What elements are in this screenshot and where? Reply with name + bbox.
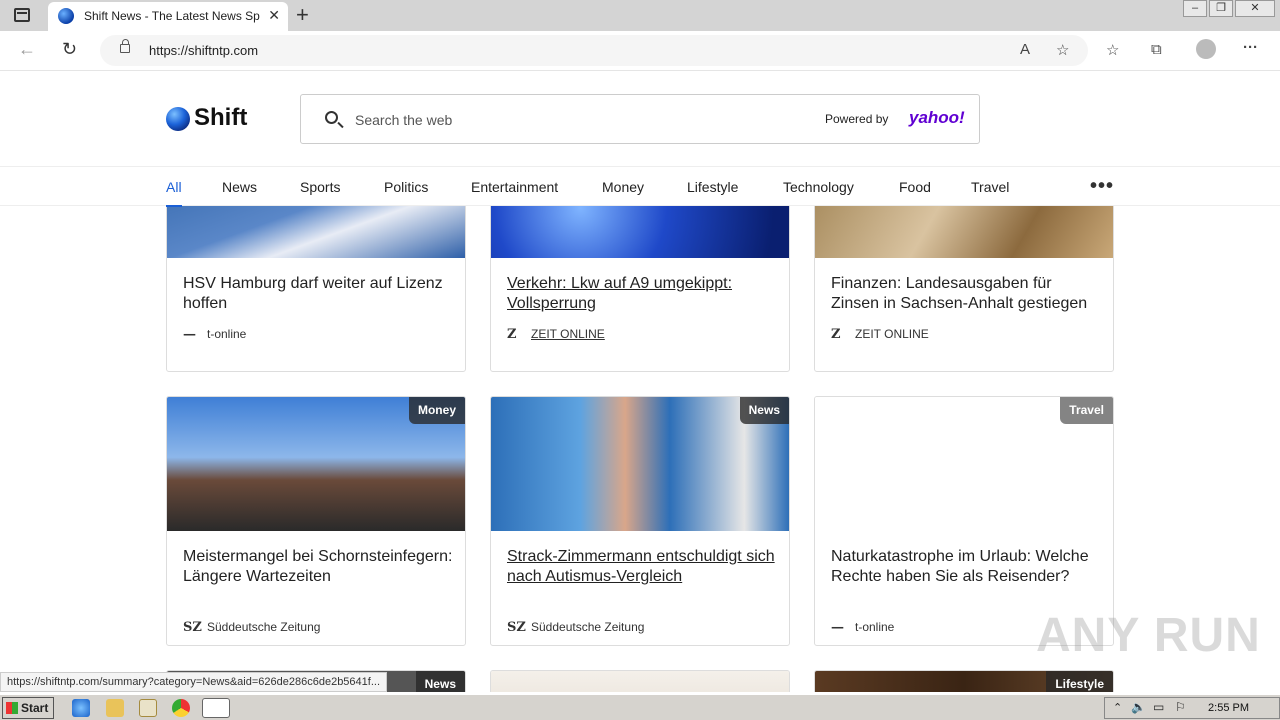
news-card[interactable]: HSV Hamburg darf weiter auf Lizenz hoffe…	[166, 206, 466, 372]
category-badge[interactable]: Travel	[1060, 397, 1113, 424]
source-logo: —	[183, 327, 196, 342]
system-tray: ⌃ 🔈 ▭ ⚐ 2:55 PM	[1104, 697, 1280, 719]
source-logo: SZ	[183, 620, 202, 635]
card-title[interactable]: Strack-Zimmermann entschuldigt sich nach…	[507, 547, 777, 587]
anyrun-watermark: ANY RUN	[1036, 609, 1261, 662]
status-url: https://shiftntp.com/summary?category=Ne…	[0, 672, 388, 692]
windows-flag-icon	[6, 702, 18, 714]
refresh-icon[interactable]: ↻	[62, 39, 77, 60]
card-title[interactable]: Naturkatastrophe im Urlaub: Welche Recht…	[831, 547, 1101, 587]
news-card[interactable]: Money Meistermangel bei Schornsteinfeger…	[166, 396, 466, 646]
minimize-button[interactable]: –	[1183, 0, 1207, 17]
card-title[interactable]: Finanzen: Landesausgaben für Zinsen in S…	[831, 274, 1101, 314]
network-icon[interactable]: ▭	[1153, 700, 1164, 714]
tab-all[interactable]: All	[166, 179, 182, 207]
clock[interactable]: 2:55 PM	[1208, 702, 1249, 714]
category-badge[interactable]: Money	[408, 397, 465, 424]
tab-travel[interactable]: Travel	[971, 179, 1009, 195]
search-input[interactable]	[355, 109, 755, 131]
news-card[interactable]: Verkehr: Lkw auf A9 umgekippt: Vollsperr…	[490, 206, 790, 372]
card-image[interactable]	[815, 206, 1113, 258]
flag-icon[interactable]: ⚐	[1175, 700, 1186, 714]
category-badge[interactable]: News	[415, 671, 465, 692]
category-nav: All News Sports Politics Entertainment M…	[0, 167, 1280, 207]
taskbar: Start ⌃ 🔈 ▭ ⚐ 2:55 PM	[0, 694, 1280, 720]
search-box[interactable]: Powered by yahoo!	[300, 94, 980, 144]
tab-lifestyle[interactable]: Lifestyle	[687, 179, 738, 195]
news-card[interactable]: Lifestyle	[814, 670, 1114, 692]
source-logo: Z	[831, 327, 841, 342]
card-source[interactable]: Z ZEIT ONLINE	[831, 327, 929, 342]
address-bar[interactable]: https://shiftntp.com A ☆	[100, 35, 1088, 66]
powered-by-label: Powered by	[825, 112, 889, 126]
media-player-icon[interactable]	[139, 699, 157, 717]
shift-favicon-icon	[58, 8, 74, 24]
browser-tab[interactable]: Shift News - The Latest News Sports ✕	[48, 2, 288, 31]
tab-technology[interactable]: Technology	[783, 179, 854, 195]
card-image[interactable]	[491, 671, 789, 692]
site-logo-text[interactable]: Shift	[194, 104, 247, 132]
source-logo: SZ	[507, 620, 526, 635]
tab-title: Shift News - The Latest News Sports	[84, 9, 260, 23]
tray-expand-icon[interactable]: ⌃	[1113, 701, 1122, 714]
read-aloud-icon[interactable]: A	[1020, 41, 1030, 58]
news-card[interactable]	[490, 670, 790, 692]
tab-entertainment[interactable]: Entertainment	[471, 179, 558, 195]
favorites-icon[interactable]: ☆	[1106, 41, 1119, 59]
source-logo: —	[831, 620, 844, 635]
card-source[interactable]: — t-online	[831, 620, 894, 635]
shift-logo-icon[interactable]	[166, 107, 190, 131]
ie-icon[interactable]	[72, 699, 90, 717]
news-card[interactable]: Finanzen: Landesausgaben für Zinsen in S…	[814, 206, 1114, 372]
url-text[interactable]: https://shiftntp.com	[149, 43, 258, 58]
new-tab-button[interactable]: +	[296, 2, 309, 28]
folder-icon[interactable]	[106, 699, 124, 717]
restore-button[interactable]: ❐	[1209, 0, 1233, 17]
more-categories-icon[interactable]: •••	[1090, 175, 1114, 198]
tab-news[interactable]: News	[222, 179, 257, 195]
tab-money[interactable]: Money	[602, 179, 644, 195]
volume-icon[interactable]: 🔈	[1131, 700, 1146, 714]
card-source[interactable]: SZ Süddeutsche Zeitung	[183, 620, 320, 635]
close-window-button[interactable]: ✕	[1235, 0, 1275, 17]
card-image[interactable]	[167, 206, 465, 258]
start-button[interactable]: Start	[2, 697, 54, 719]
tab-food[interactable]: Food	[899, 179, 931, 195]
card-title[interactable]: Meistermangel bei Schornsteinfegern: Län…	[183, 547, 453, 587]
tab-sports[interactable]: Sports	[300, 179, 340, 195]
close-tab-icon[interactable]: ✕	[268, 7, 280, 24]
card-source[interactable]: Z ZEIT ONLINE	[507, 327, 605, 342]
site-header: Shift Powered by yahoo!	[0, 71, 1280, 167]
card-source[interactable]: — t-online	[183, 327, 246, 342]
chrome-icon[interactable]	[172, 699, 190, 717]
browser-tab-bar: Shift News - The Latest News Sports ✕ + …	[0, 0, 1280, 31]
category-badge[interactable]: Lifestyle	[1046, 671, 1113, 692]
news-card[interactable]: News Strack-Zimmermann entschuldigt sich…	[490, 396, 790, 646]
tab-politics[interactable]: Politics	[384, 179, 428, 195]
address-bar-row: ← ↻ https://shiftntp.com A ☆ ☆ ⧉ ···	[0, 31, 1280, 71]
card-image[interactable]	[491, 206, 789, 258]
search-icon[interactable]	[325, 111, 338, 124]
collections-icon[interactable]: ⧉	[1151, 41, 1162, 58]
yahoo-logo[interactable]: yahoo!	[909, 108, 965, 128]
edge-taskbar-button[interactable]	[202, 698, 230, 718]
tab-actions-icon[interactable]	[14, 8, 30, 22]
add-favorite-icon[interactable]: ☆	[1056, 41, 1069, 59]
profile-avatar[interactable]	[1196, 39, 1216, 59]
back-icon[interactable]: ←	[18, 39, 36, 60]
card-title[interactable]: Verkehr: Lkw auf A9 umgekippt: Vollsperr…	[507, 274, 777, 314]
category-badge[interactable]: News	[739, 397, 789, 424]
lock-icon[interactable]	[120, 39, 130, 53]
settings-more-icon[interactable]: ···	[1243, 39, 1258, 56]
card-source[interactable]: SZ Süddeutsche Zeitung	[507, 620, 644, 635]
source-logo: Z	[507, 327, 517, 342]
card-title[interactable]: HSV Hamburg darf weiter auf Lizenz hoffe…	[183, 274, 453, 314]
